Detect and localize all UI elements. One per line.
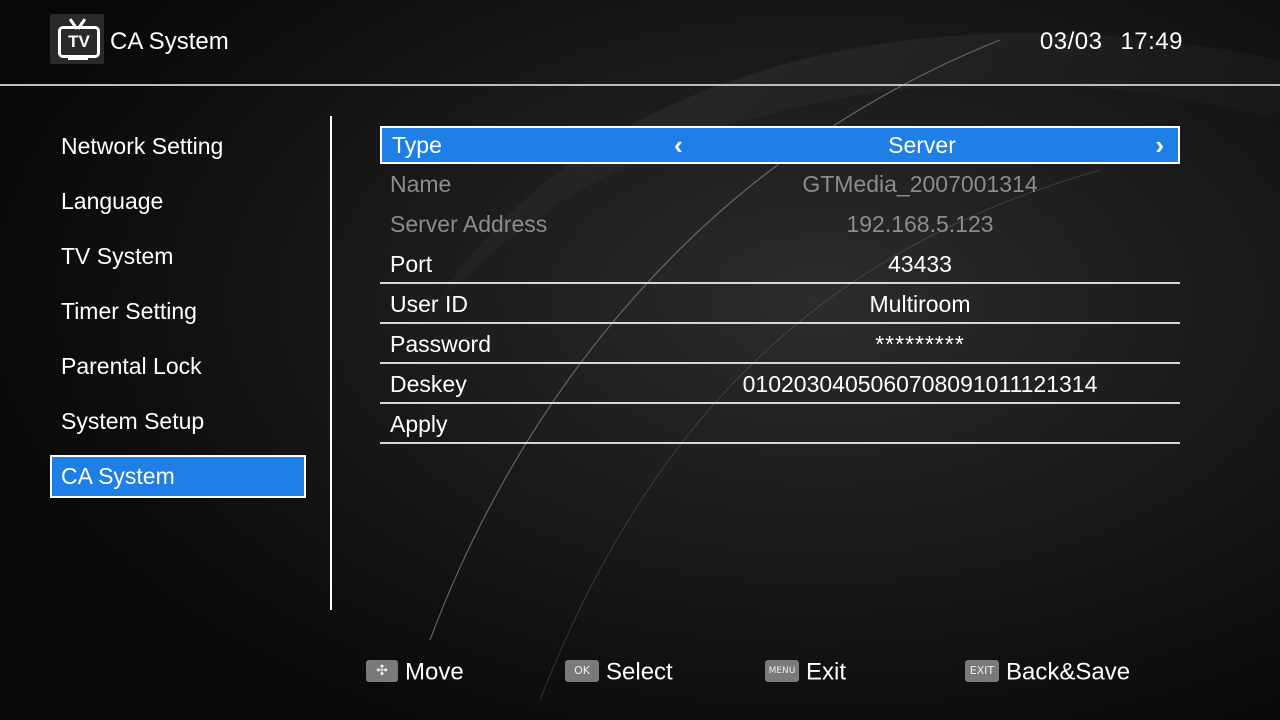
page-title: CA System <box>110 28 229 55</box>
chevron-right-icon[interactable]: › <box>1155 128 1164 162</box>
hint-move-label: Move <box>405 658 464 686</box>
sidebar-item-ca-system[interactable]: CA System <box>50 455 306 498</box>
hint-back-save-label: Back&Save <box>1006 658 1131 686</box>
name-field: Name GTMedia_2007001314 <box>380 164 1180 204</box>
hint-back-save: EXIT Back&Save <box>965 652 1130 692</box>
menu-key-icon: MENU <box>765 659 799 682</box>
sidebar-menu: Network Setting Language TV System Timer… <box>50 125 306 510</box>
port-field[interactable]: Port 43433 <box>380 244 1180 284</box>
deskey-label: Deskey <box>390 371 467 397</box>
server-address-field: Server Address 192.168.5.123 <box>380 204 1180 244</box>
ca-settings-form: Type ‹ Server › Name GTMedia_2007001314 … <box>380 126 1180 444</box>
port-label: Port <box>390 251 433 277</box>
apply-button[interactable]: Apply <box>380 404 1180 444</box>
sidebar-item-language[interactable]: Language <box>50 180 306 223</box>
server-address-value: 192.168.5.123 <box>846 211 994 237</box>
hint-select: OK Select <box>565 652 673 692</box>
exit-key-icon: EXIT <box>965 659 999 682</box>
apply-label: Apply <box>390 411 448 437</box>
password-field[interactable]: Password ********* <box>380 324 1180 364</box>
user-id-label: User ID <box>390 291 468 317</box>
hint-select-label: Select <box>606 658 673 686</box>
sidebar-divider <box>330 116 332 610</box>
deskey-value[interactable]: 0102030405060708091011121314 <box>660 364 1180 404</box>
ok-key-icon: OK <box>565 659 599 682</box>
header-bar: TV CA System 03/03 17:49 <box>0 0 1280 86</box>
server-address-label: Server Address <box>390 211 548 237</box>
name-value: GTMedia_2007001314 <box>802 171 1038 197</box>
sidebar-item-parental-lock[interactable]: Parental Lock <box>50 345 306 388</box>
dpad-icon: ✣ <box>366 659 398 682</box>
hint-exit-label: Exit <box>806 658 847 686</box>
password-label: Password <box>390 331 491 357</box>
port-value[interactable]: 43433 <box>660 244 1180 284</box>
password-value[interactable]: ********* <box>660 324 1180 364</box>
time-display: 17:49 <box>1120 28 1183 55</box>
date-time: 03/03 17:49 <box>1040 28 1183 56</box>
sidebar-item-tv-system[interactable]: TV System <box>50 235 306 278</box>
sidebar-item-timer-setting[interactable]: Timer Setting <box>50 290 306 333</box>
type-selector[interactable]: Type ‹ Server › <box>380 126 1180 164</box>
settings-screen: TV CA System 03/03 17:49 Network Setting … <box>0 0 1280 720</box>
name-label: Name <box>390 171 452 197</box>
tv-logo-text: TV <box>58 26 100 58</box>
hint-move: ✣ Move <box>366 652 464 692</box>
type-label: Type <box>392 132 442 158</box>
footer-hints: ✣ Move OK Select MENU Exit EXIT Back&Save <box>0 652 1280 692</box>
user-id-value[interactable]: Multiroom <box>660 284 1180 324</box>
user-id-field[interactable]: User ID Multiroom <box>380 284 1180 324</box>
tv-icon: TV <box>50 14 104 64</box>
type-value: Server <box>888 132 956 158</box>
sidebar-item-network-setting[interactable]: Network Setting <box>50 125 306 168</box>
sidebar-item-system-setup[interactable]: System Setup <box>50 400 306 443</box>
deskey-field[interactable]: Deskey 0102030405060708091011121314 <box>380 364 1180 404</box>
hint-exit: MENU Exit <box>765 652 846 692</box>
date-display: 03/03 <box>1039 28 1103 55</box>
header-divider <box>0 84 1280 86</box>
